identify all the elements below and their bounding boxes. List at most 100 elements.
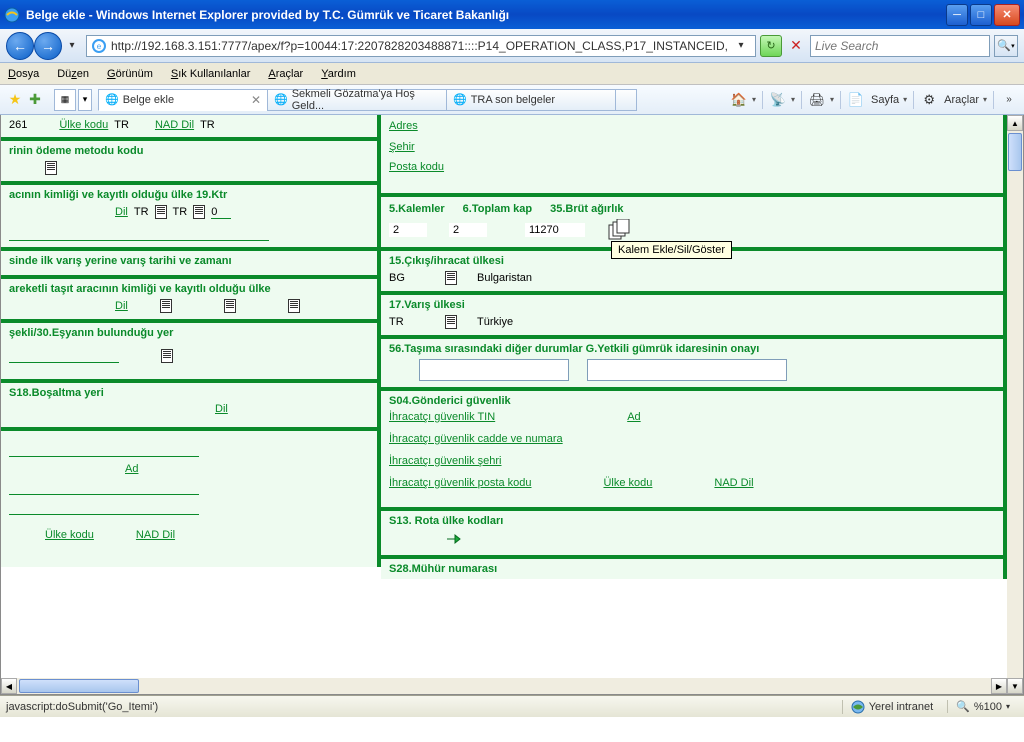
page-menu-dropdown[interactable]: ▾ <box>903 95 907 104</box>
page-menu-icon[interactable]: 📄 <box>847 91 865 109</box>
tools-menu-dropdown[interactable]: ▾ <box>983 95 987 104</box>
url-dropdown[interactable]: ▾ <box>731 36 751 56</box>
document-icon[interactable] <box>155 205 167 219</box>
tab-label: Sekmeli Gözatma'ya Hoş Geld... <box>292 88 440 112</box>
tab-belge-ekle[interactable]: 🌐 Belge ekle ✕ <box>98 89 268 111</box>
scroll-down-button[interactable]: ▼ <box>1007 678 1023 694</box>
page-content: 261 Ülke kodu TR NAD Dil TR rinin ödeme … <box>0 115 1024 695</box>
zoom-dropdown[interactable]: ▾ <box>1006 702 1010 711</box>
nad-dil-link[interactable]: NAD Dil <box>714 477 753 489</box>
ihracatci-sehir-link[interactable]: İhracatçı güvenlik şehri <box>389 455 502 467</box>
zoom-level[interactable]: 🔍 %100 ▾ <box>947 700 1018 713</box>
search-button[interactable]: 🔍▾ <box>994 35 1018 57</box>
section-left-1: 261 Ülke kodu TR NAD Dil TR <box>1 115 381 137</box>
scroll-left-button[interactable]: ◀ <box>1 678 17 694</box>
ulke-kodu-link[interactable]: Ülke kodu <box>45 529 94 541</box>
minimize-button[interactable]: ─ <box>946 4 968 26</box>
dil-link[interactable]: Dil <box>215 403 228 415</box>
underline-field[interactable] <box>9 227 269 241</box>
section-title: S28.Mühür numarası <box>389 563 995 575</box>
menu-yardim[interactable]: Yardım <box>321 68 356 80</box>
document-icon[interactable] <box>445 315 457 329</box>
horizontal-scrollbar[interactable]: ◀ ▶ <box>1 678 1007 694</box>
stop-button[interactable]: ✕ <box>786 36 806 56</box>
tools-menu-label[interactable]: Araçlar <box>944 94 979 106</box>
back-button[interactable]: ← <box>6 32 34 60</box>
vertical-scrollbar[interactable]: ▲ ▼ <box>1007 115 1023 694</box>
scroll-track[interactable] <box>17 678 991 694</box>
forward-arrow-icon[interactable] <box>445 531 461 547</box>
section-odeme-metodu: rinin ödeme metodu kodu <box>1 137 381 181</box>
search-bar[interactable] <box>810 35 990 57</box>
url-input[interactable] <box>111 39 727 53</box>
page-menu-label[interactable]: Sayfa <box>871 94 899 106</box>
scroll-thumb[interactable] <box>1008 133 1022 171</box>
forward-button[interactable]: → <box>34 32 62 60</box>
scroll-right-button[interactable]: ▶ <box>991 678 1007 694</box>
ad-link[interactable]: Ad <box>125 463 138 475</box>
document-icon[interactable] <box>160 299 172 313</box>
zoom-value: %100 <box>974 701 1002 713</box>
menu-araclar[interactable]: Araçlar <box>268 68 303 80</box>
menu-duzen[interactable]: Düzen <box>57 68 89 80</box>
document-icon[interactable] <box>288 299 300 313</box>
menu-dosya[interactable]: Dosya <box>8 68 39 80</box>
kalemler-value: 2 <box>389 223 427 237</box>
ihracatci-cadde-link[interactable]: İhracatçı güvenlik cadde ve numara <box>389 433 563 445</box>
document-icon[interactable] <box>445 271 457 285</box>
ulke-kodu-link[interactable]: Ülke kodu <box>603 477 652 489</box>
tab-tra-son-belgeler[interactable]: 🌐 TRA son belgeler <box>446 89 616 111</box>
document-icon[interactable] <box>161 349 173 363</box>
ihracatci-posta-link[interactable]: İhracatçı güvenlik posta kodu <box>389 477 531 489</box>
scroll-thumb[interactable] <box>19 679 139 693</box>
underline-field[interactable] <box>9 349 119 363</box>
print-dropdown[interactable]: ▾ <box>830 95 834 104</box>
search-input[interactable] <box>815 39 985 53</box>
print-icon[interactable]: 🖨 <box>808 91 826 109</box>
close-tab-icon[interactable]: ✕ <box>251 93 261 107</box>
scroll-track[interactable] <box>1007 131 1023 678</box>
sehir-link[interactable]: Şehir <box>389 141 415 153</box>
adres-link[interactable]: Adres <box>389 120 418 132</box>
recent-pages-dropdown[interactable]: ▾ <box>62 36 82 56</box>
go-refresh-button[interactable]: ↻ <box>760 35 782 57</box>
section-title: rinin ödeme metodu kodu <box>9 145 369 157</box>
nad-dil-link[interactable]: NAD Dil <box>136 529 175 541</box>
ihracatci-tin-link[interactable]: İhracatçı güvenlik TIN <box>389 411 495 423</box>
extra-dropdown[interactable]: » <box>1000 91 1018 109</box>
menu-gorunum[interactable]: Görünüm <box>107 68 153 80</box>
ulke-kodu-link[interactable]: Ülke kodu <box>59 119 108 131</box>
add-favorite-icon[interactable]: ✚ <box>26 91 44 109</box>
scroll-up-button[interactable]: ▲ <box>1007 115 1023 131</box>
maximize-button[interactable]: □ <box>970 4 992 26</box>
document-icon[interactable] <box>45 161 57 175</box>
address-bar[interactable]: e ▾ <box>86 35 756 57</box>
feeds-icon[interactable]: 📡 <box>769 91 787 109</box>
underline-field[interactable] <box>9 481 199 495</box>
posta-kodu-link[interactable]: Posta kodu <box>389 161 444 173</box>
kalem-ekle-sil-goster-button[interactable] <box>607 219 631 241</box>
home-icon[interactable]: 🏠 <box>730 91 748 109</box>
underline-field[interactable] <box>9 501 199 515</box>
document-icon[interactable] <box>193 205 205 219</box>
close-button[interactable]: ✕ <box>994 4 1020 26</box>
new-tab-button[interactable] <box>615 89 637 111</box>
nad-dil-link[interactable]: NAD Dil <box>155 119 194 131</box>
section-varis-tarihi: sinde ilk varış yerine varış tarihi ve z… <box>1 247 381 275</box>
document-icon[interactable] <box>224 299 236 313</box>
tab-sekmeli-gozatma[interactable]: 🌐 Sekmeli Gözatma'ya Hoş Geld... <box>267 89 447 111</box>
feeds-dropdown[interactable]: ▾ <box>791 95 795 104</box>
text-input[interactable] <box>587 359 787 381</box>
tools-icon[interactable]: ⚙ <box>920 91 938 109</box>
home-dropdown[interactable]: ▾ <box>752 95 756 104</box>
menu-sik-kullanilanlar[interactable]: Sık Kullanılanlar <box>171 68 251 80</box>
tab-list-dropdown[interactable]: ▾ <box>78 89 92 111</box>
underline-field[interactable] <box>9 443 199 457</box>
dil-link[interactable]: Dil <box>115 300 128 312</box>
favorites-icon[interactable]: ★ <box>6 91 24 109</box>
toplam-kap-value: 2 <box>449 223 487 237</box>
ad-link[interactable]: Ad <box>627 411 640 423</box>
dil-link[interactable]: Dil <box>115 206 128 218</box>
text-input[interactable] <box>419 359 569 381</box>
quick-tabs-button[interactable]: ▦ <box>54 89 76 111</box>
